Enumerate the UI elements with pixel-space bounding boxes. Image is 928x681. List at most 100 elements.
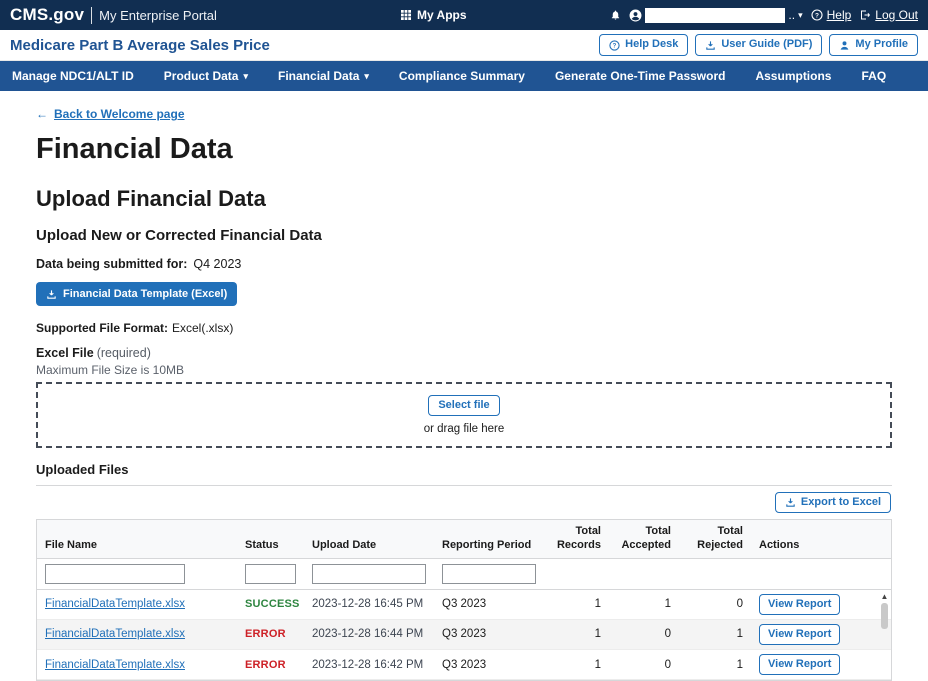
file-dropzone[interactable]: Select file or drag file here bbox=[36, 382, 892, 448]
brand-group: CMS.gov My Enterprise Portal bbox=[10, 5, 217, 25]
nav-compliance-summary[interactable]: Compliance Summary bbox=[399, 69, 525, 83]
help-desk-label: Help Desk bbox=[625, 38, 678, 51]
upload-date-cell: 2023-12-28 16:45 PM bbox=[304, 594, 434, 614]
scrollbar-thumb[interactable] bbox=[881, 603, 888, 629]
drag-hint: or drag file here bbox=[424, 423, 505, 435]
col-header-upload-date: Upload Date bbox=[304, 534, 434, 558]
total-records-cell: 1 bbox=[544, 594, 609, 614]
upload-date-cell: 2023-12-28 16:44 PM bbox=[304, 624, 434, 644]
logo-divider bbox=[91, 7, 92, 24]
table-header-row: File Name Status Upload Date Reporting P… bbox=[37, 520, 891, 559]
main-nav: Manage NDC1/ALT ID Product Data ▾ Financi… bbox=[0, 61, 928, 91]
total-rejected-cell: 0 bbox=[679, 594, 751, 614]
filter-status-input[interactable] bbox=[245, 564, 296, 584]
page-title: Financial Data bbox=[36, 133, 892, 166]
user-guide-button[interactable]: User Guide (PDF) bbox=[695, 34, 822, 55]
file-name-link[interactable]: FinancialDataTemplate.xlsx bbox=[45, 659, 185, 671]
chevron-down-icon: ▾ bbox=[798, 11, 803, 20]
table-scrollbar[interactable]: ▲ bbox=[879, 592, 890, 679]
status-text: SUCCESS bbox=[245, 598, 300, 610]
supported-format-row: Supported File Format:Excel(.xlsx) bbox=[36, 321, 892, 335]
submitted-for-row: Data being submitted for: Q4 2023 bbox=[36, 257, 892, 271]
view-report-button[interactable]: View Report bbox=[759, 624, 840, 645]
status-text: ERROR bbox=[245, 628, 286, 640]
logout-link[interactable]: Log Out bbox=[859, 8, 918, 22]
nav-faq[interactable]: FAQ bbox=[861, 69, 886, 83]
export-label: Export to Excel bbox=[801, 496, 881, 509]
reporting-period-cell: Q3 2023 bbox=[434, 594, 544, 614]
excel-file-label-row: Excel File(required) bbox=[36, 346, 892, 360]
filter-reporting-period-input[interactable] bbox=[442, 564, 536, 584]
table-row: FinancialDataTemplate.xlsx ERROR 2023-12… bbox=[37, 650, 891, 680]
file-name-link[interactable]: FinancialDataTemplate.xlsx bbox=[45, 628, 185, 640]
excel-file-label: Excel File bbox=[36, 346, 94, 360]
filter-upload-date-input[interactable] bbox=[312, 564, 426, 584]
uploaded-files-table: File Name Status Upload Date Reporting P… bbox=[36, 519, 892, 681]
logout-label: Log Out bbox=[875, 8, 918, 22]
my-profile-button[interactable]: My Profile bbox=[829, 34, 918, 55]
bell-icon[interactable] bbox=[610, 9, 621, 21]
nav-label: Generate One-Time Password bbox=[555, 69, 726, 83]
download-icon bbox=[46, 289, 57, 300]
nav-label: Product Data bbox=[164, 69, 239, 83]
select-file-label: Select file bbox=[438, 399, 489, 412]
help-desk-button[interactable]: ? Help Desk bbox=[599, 34, 688, 55]
table-filter-row bbox=[37, 559, 891, 590]
view-report-button[interactable]: View Report bbox=[759, 654, 840, 675]
portal-title: My Enterprise Portal bbox=[99, 8, 217, 23]
nav-manage-ndc-alt-id[interactable]: Manage NDC1/ALT ID bbox=[12, 69, 134, 83]
nav-label: Assumptions bbox=[755, 69, 831, 83]
export-to-excel-button[interactable]: Export to Excel bbox=[775, 492, 891, 513]
col-header-total-accepted: Total Accepted bbox=[609, 520, 679, 558]
financial-data-template-button[interactable]: Financial Data Template (Excel) bbox=[36, 282, 237, 306]
cms-logo[interactable]: CMS.gov bbox=[10, 5, 84, 25]
svg-text:?: ? bbox=[613, 43, 617, 49]
subsection-title: Upload New or Corrected Financial Data bbox=[36, 227, 892, 244]
nav-label: Financial Data bbox=[278, 69, 359, 83]
reporting-period-cell: Q3 2023 bbox=[434, 624, 544, 644]
col-header-reporting-period: Reporting Period bbox=[434, 534, 544, 558]
back-arrow-icon: ← bbox=[36, 107, 48, 121]
total-rejected-cell: 1 bbox=[679, 624, 751, 644]
my-apps-button[interactable]: My Apps bbox=[400, 0, 467, 30]
col-header-actions: Actions bbox=[751, 534, 891, 558]
total-accepted-cell: 1 bbox=[609, 594, 679, 614]
nav-product-data[interactable]: Product Data ▾ bbox=[164, 69, 248, 83]
app-bar: Medicare Part B Average Sales Price ? He… bbox=[0, 30, 928, 61]
nav-financial-data[interactable]: Financial Data▾ bbox=[278, 69, 369, 83]
file-name-link[interactable]: FinancialDataTemplate.xlsx bbox=[45, 598, 185, 610]
uploaded-files-heading: Uploaded Files bbox=[36, 462, 892, 477]
help-link[interactable]: ? Help bbox=[811, 8, 852, 22]
user-menu[interactable]: .. ▾ bbox=[629, 8, 802, 23]
nav-generate-otp[interactable]: Generate One-Time Password bbox=[555, 69, 726, 83]
col-header-total-rejected: Total Rejected bbox=[679, 520, 751, 558]
view-report-button[interactable]: View Report bbox=[759, 594, 840, 615]
chevron-down-icon: ▾ bbox=[243, 72, 248, 81]
app-title: Medicare Part B Average Sales Price bbox=[10, 37, 270, 54]
scroll-up-icon[interactable]: ▲ bbox=[881, 592, 889, 602]
help-label: Help bbox=[827, 8, 852, 22]
nav-assumptions[interactable]: Assumptions bbox=[755, 69, 831, 83]
help-circle-icon: ? bbox=[811, 9, 823, 21]
back-to-welcome-link[interactable]: ← Back to Welcome page bbox=[36, 107, 185, 121]
top-bar: CMS.gov My Enterprise Portal My Apps .. … bbox=[0, 0, 928, 30]
total-accepted-cell: 0 bbox=[609, 655, 679, 675]
back-link-label: Back to Welcome page bbox=[54, 107, 185, 121]
download-icon bbox=[705, 40, 716, 51]
reporting-period-cell: Q3 2023 bbox=[434, 655, 544, 675]
username-truncation: .. bbox=[788, 8, 795, 22]
submitted-for-label: Data being submitted for: bbox=[36, 257, 187, 271]
redacted-username bbox=[645, 8, 785, 23]
main-content: ← Back to Welcome page Financial Data Up… bbox=[0, 91, 928, 681]
table-row: FinancialDataTemplate.xlsx SUCCESS 2023-… bbox=[37, 590, 891, 620]
user-guide-label: User Guide (PDF) bbox=[721, 38, 812, 51]
select-file-button[interactable]: Select file bbox=[428, 395, 499, 416]
filter-file-name-input[interactable] bbox=[45, 564, 185, 584]
nav-label: Manage NDC1/ALT ID bbox=[12, 69, 134, 83]
export-row: Export to Excel bbox=[36, 486, 892, 519]
table-row: FinancialDataTemplate.xlsx ERROR 2023-12… bbox=[37, 620, 891, 650]
submitted-for-value: Q4 2023 bbox=[193, 257, 241, 271]
required-hint: (required) bbox=[97, 346, 151, 360]
person-icon bbox=[839, 40, 850, 51]
col-header-file-name: File Name bbox=[37, 534, 237, 558]
